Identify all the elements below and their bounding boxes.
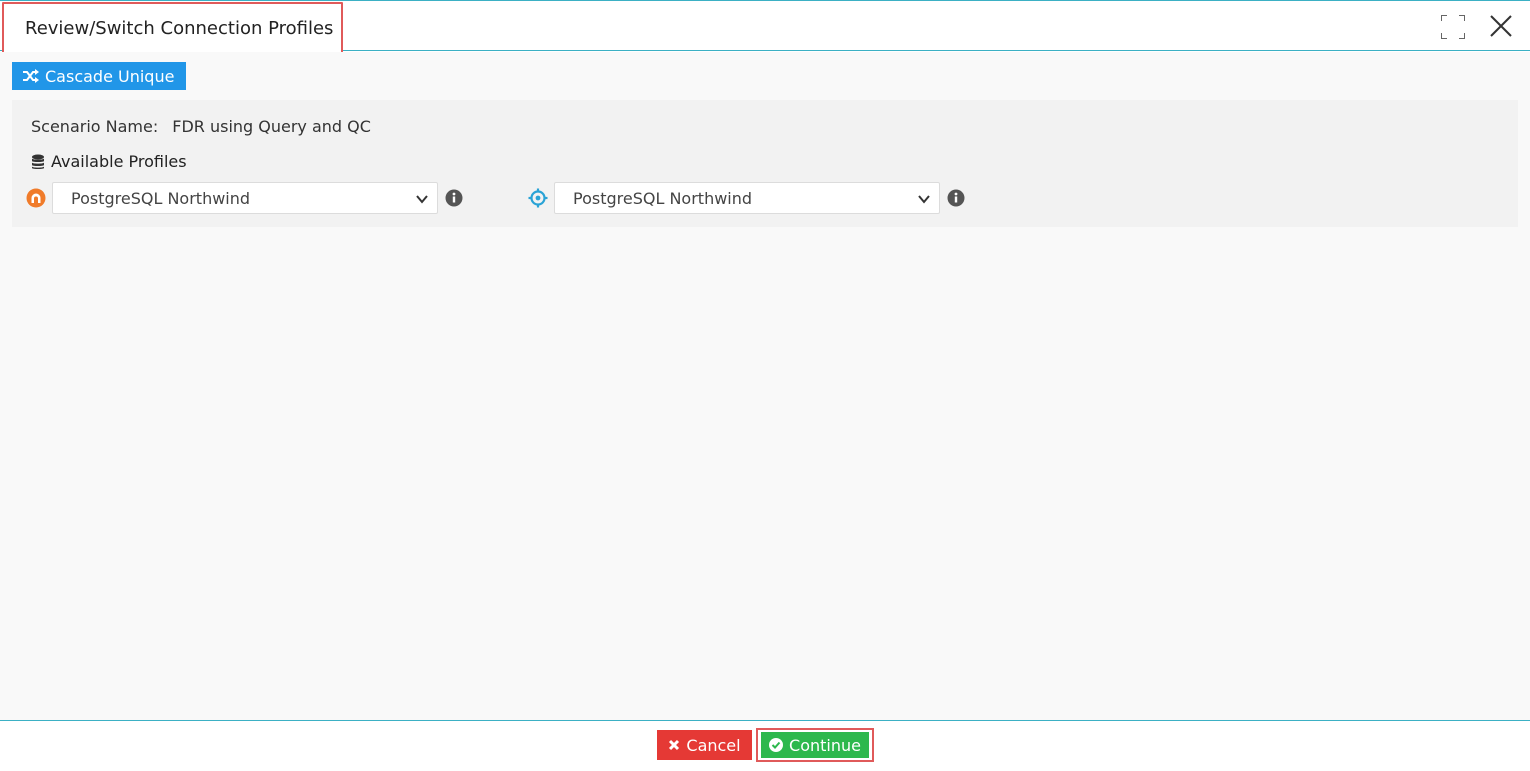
scenario-name-row: Scenario Name: FDR using Query and QC (31, 117, 371, 136)
close-icon (669, 739, 680, 751)
dialog-body: Cascade Unique Scenario Name: FDR using … (0, 52, 1530, 720)
source-profile-value: PostgreSQL Northwind (71, 188, 251, 208)
check-circle-icon (769, 738, 784, 752)
maximize-icon[interactable] (1441, 15, 1465, 39)
source-info-icon[interactable] (445, 189, 463, 207)
dialog-title-text: Review/Switch Connection Profiles (25, 18, 334, 39)
continue-button[interactable]: Continue (761, 732, 869, 758)
dialog-header: Review/Switch Connection Profiles (0, 1, 1530, 55)
chevron-down-icon (416, 195, 428, 204)
source-icon (26, 188, 46, 208)
available-profiles-label: Available Profiles (51, 152, 187, 171)
chevron-down-icon (918, 195, 930, 204)
connection-profiles-dialog: Review/Switch Connection Profiles Cascad… (0, 0, 1530, 771)
shuffle-icon (23, 69, 39, 83)
scenario-name-value: FDR using Query and QC (172, 117, 371, 136)
cancel-button[interactable]: Cancel (657, 730, 752, 760)
continue-highlight: Continue (756, 728, 874, 762)
target-info-icon[interactable] (947, 189, 965, 207)
continue-label: Continue (789, 735, 861, 755)
available-profiles-heading: Available Profiles (31, 152, 187, 171)
scenario-name-label: Scenario Name: (31, 117, 159, 136)
target-profile-select[interactable]: PostgreSQL Northwind (554, 182, 940, 214)
dialog-footer: Cancel Continue (0, 720, 1530, 771)
source-profile-select[interactable]: PostgreSQL Northwind (52, 182, 438, 214)
dialog-title: Review/Switch Connection Profiles (2, 2, 344, 55)
cancel-label: Cancel (686, 735, 741, 755)
cascade-unique-label: Cascade Unique (45, 66, 175, 86)
profiles-panel: Scenario Name: FDR using Query and QC Av… (12, 100, 1518, 227)
cascade-unique-button[interactable]: Cascade Unique (12, 62, 186, 90)
target-profile-value: PostgreSQL Northwind (573, 188, 753, 208)
close-icon[interactable] (1488, 13, 1514, 39)
target-icon (528, 188, 548, 208)
database-icon (32, 154, 44, 169)
